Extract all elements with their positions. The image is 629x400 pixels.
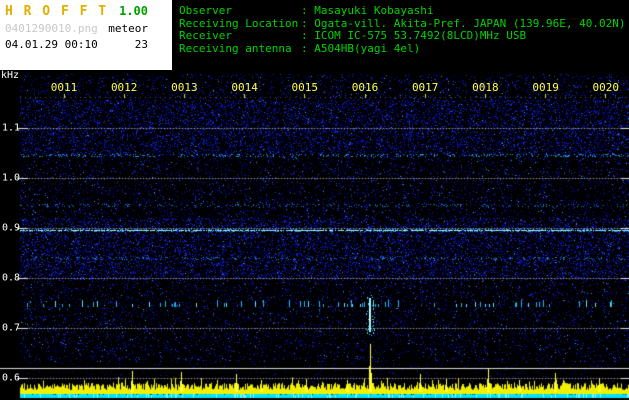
y-tick-label: 0.6 xyxy=(2,372,21,384)
x-tick-label: 0011 xyxy=(50,81,78,94)
spectrogram-canvas xyxy=(0,70,629,400)
echo-count: 23 xyxy=(134,38,148,51)
x-tick-label: 0012 xyxy=(110,81,138,94)
app-logo: H R O F F T xyxy=(5,4,108,19)
file-row: 0401290010.png meteor xyxy=(5,22,148,35)
mode-label: meteor xyxy=(108,22,148,35)
header-left-panel: H R O F F T 1.00 0401290010.png meteor 0… xyxy=(0,0,172,70)
x-tick-label: 0015 xyxy=(291,81,319,94)
logo-row: H R O F F T 1.00 xyxy=(5,4,148,19)
hrofft-spectrogram-screen: H R O F F T 1.00 0401290010.png meteor 0… xyxy=(0,0,629,400)
output-filename: 0401290010.png xyxy=(5,22,98,35)
station-info-panel: Observer: Masayuki Kobayashi Receiving Lo… xyxy=(172,0,629,70)
observation-datetime: 04.01.29 00:10 xyxy=(5,38,98,51)
y-tick-label: 0.7 xyxy=(2,322,21,334)
app-version: 1.00 xyxy=(119,4,148,18)
x-tick-label: 0013 xyxy=(171,81,198,94)
y-axis-unit-label: kHz xyxy=(1,70,20,81)
y-tick-label: 1.1 xyxy=(2,122,21,134)
x-tick-label: 0014 xyxy=(231,81,258,94)
y-tick-label: 1.0 xyxy=(2,172,21,184)
y-tick-label: 0.8 xyxy=(2,272,21,284)
station-info-line: Receiving antenna: A504HB(yagi 4el) xyxy=(179,41,421,55)
x-tick-label: 0019 xyxy=(532,81,559,94)
y-tick-label: 0.9 xyxy=(2,222,21,234)
x-tick-label: 0020 xyxy=(592,81,620,94)
x-tick-label: 0018 xyxy=(472,81,499,94)
x-tick-label: 0016 xyxy=(351,81,379,94)
x-tick-label: 0017 xyxy=(411,81,439,94)
date-row: 04.01.29 00:10 23 xyxy=(5,38,148,51)
